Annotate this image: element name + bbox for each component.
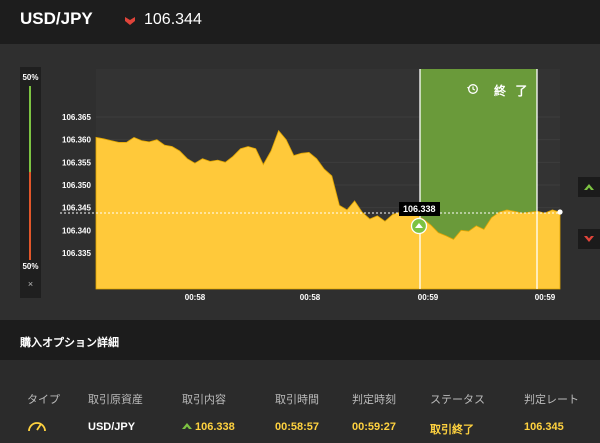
entry-marker xyxy=(410,217,428,235)
current-price-dot xyxy=(557,209,563,215)
y-tick-label: 106.345 xyxy=(62,204,91,213)
y-tick-label: 106.350 xyxy=(62,181,91,190)
call-button[interactable] xyxy=(578,177,600,197)
y-tick-label: 106.355 xyxy=(62,158,91,167)
price-chart: 106.365 106.360 106.355 106.350 106.345 106.3… xyxy=(60,69,563,302)
gauge-icon xyxy=(28,422,46,432)
y-tick-label: 106.360 xyxy=(62,136,91,145)
y-tick-label: 106.365 xyxy=(62,113,91,122)
row-asset: USD/JPY xyxy=(88,421,136,433)
put-button[interactable] xyxy=(578,229,600,249)
up-arrow-icon xyxy=(584,184,594,190)
row-content: 106.338 xyxy=(182,421,235,433)
y-tick-label: 106.340 xyxy=(62,226,91,235)
header-content: 取引内容 xyxy=(182,394,226,406)
row-status: 取引終了 xyxy=(430,424,474,436)
x-tick-label: 00:58 xyxy=(185,293,206,302)
details-title: 購入オプション詳細 xyxy=(20,337,119,349)
x-tick-label: 00:58 xyxy=(300,293,321,302)
entry-price-tag: 106.338 xyxy=(399,202,440,216)
row-judge-time: 00:59:27 xyxy=(352,421,397,433)
row-rate: 106.345 xyxy=(524,421,564,433)
header-rate: 判定レート xyxy=(524,394,579,406)
x-tick-label: 00:59 xyxy=(535,293,556,302)
row-content-value: 106.338 xyxy=(195,421,235,433)
expiry-text: 終 了 xyxy=(494,84,531,98)
up-arrow-icon xyxy=(182,423,192,429)
y-tick-label: 106.335 xyxy=(62,249,91,258)
header-asset: 取引原資産 xyxy=(88,394,143,406)
header-judge-time: 判定時刻 xyxy=(352,394,396,406)
expiry-label: 終 了 xyxy=(463,82,543,98)
history-clock-icon xyxy=(467,84,478,94)
row-trade-time: 00:58:57 xyxy=(275,421,320,433)
trade-details-table: タイプ 取引原資産 取引内容 取引時間 判定時刻 ステータス 判定レート USD… xyxy=(0,360,600,443)
details-section-header: 購入オプション詳細 xyxy=(0,320,600,360)
header-trade-time: 取引時間 xyxy=(275,394,319,406)
header-type: タイプ xyxy=(27,394,60,406)
header-status: ステータス xyxy=(430,394,485,406)
x-tick-label: 00:59 xyxy=(418,293,439,302)
down-arrow-icon xyxy=(584,236,594,242)
